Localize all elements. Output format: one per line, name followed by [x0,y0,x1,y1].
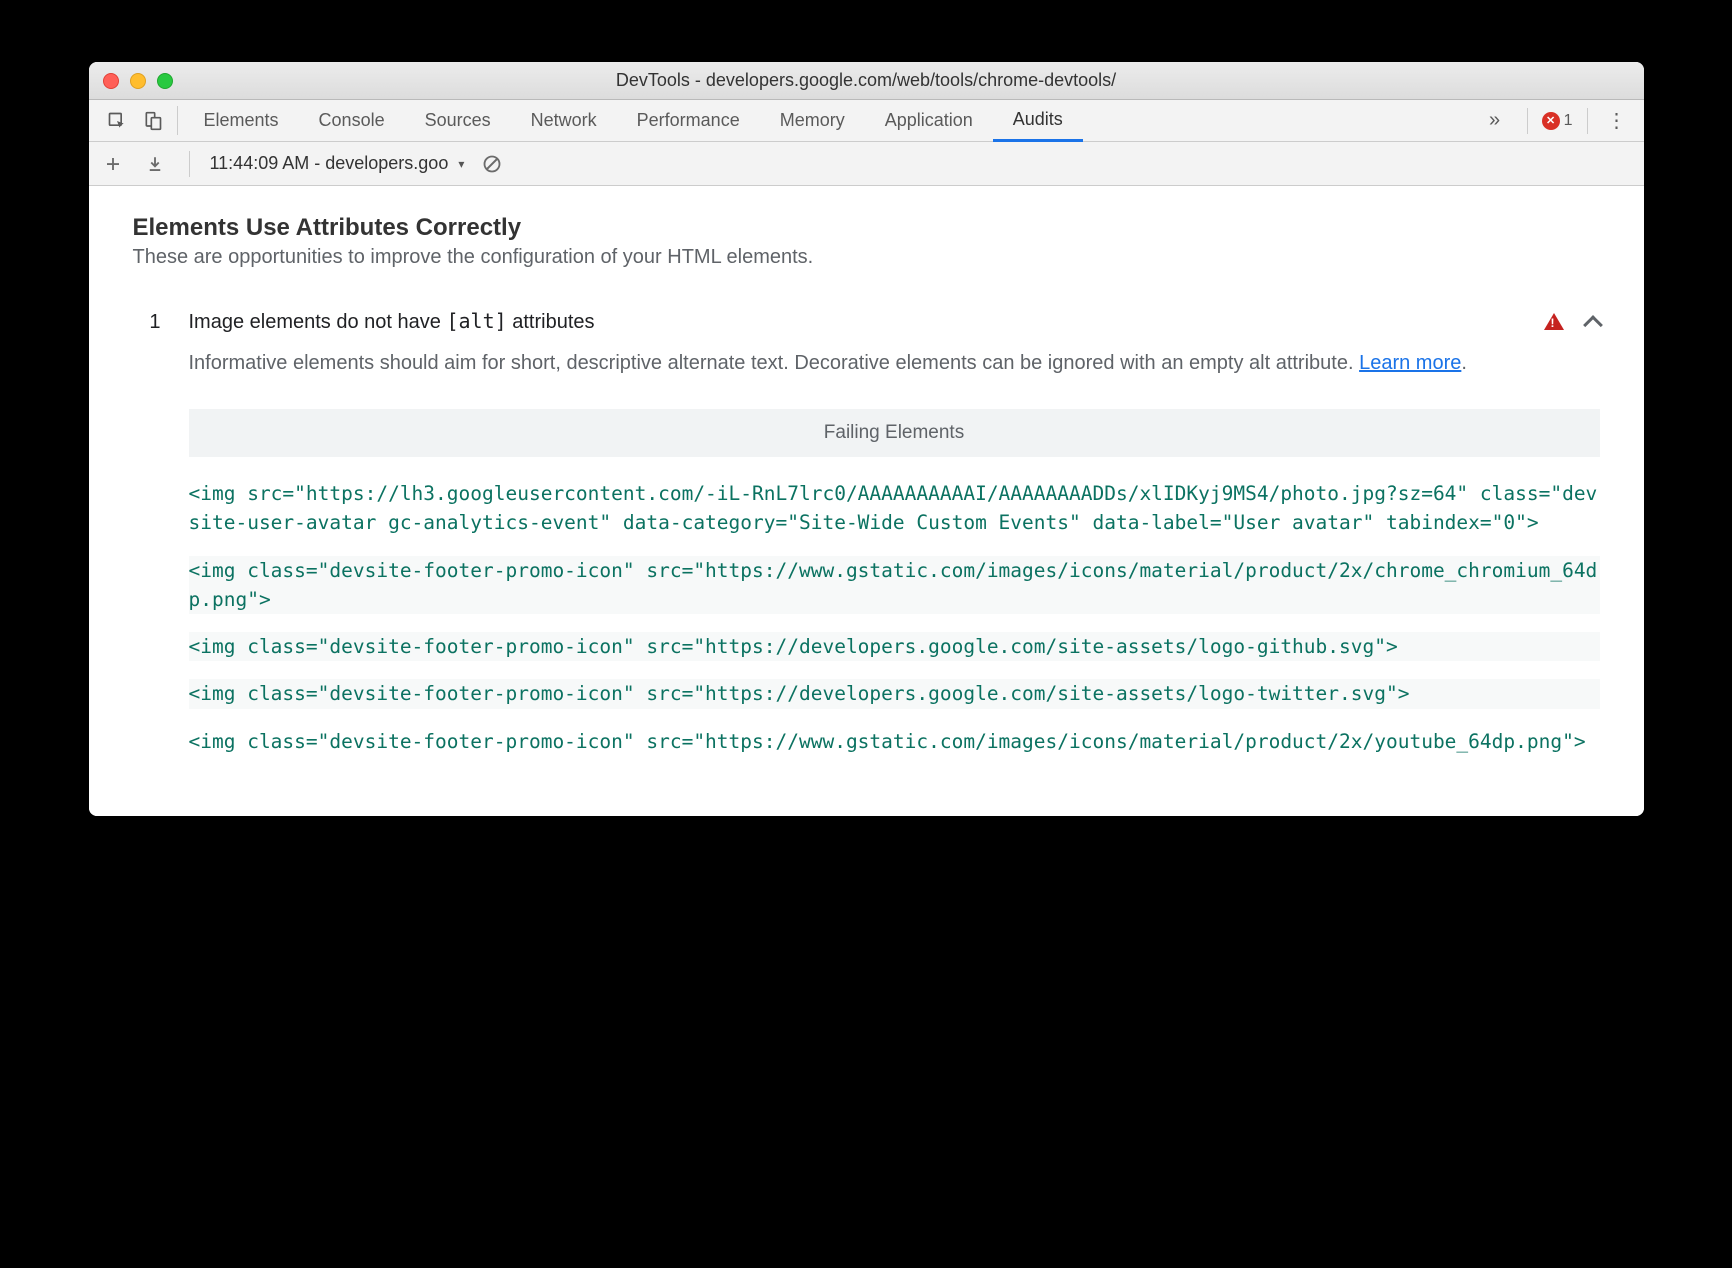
audits-toolbar: 11:44:09 AM - developers.goo [89,142,1644,186]
traffic-lights [103,73,173,89]
audit-item: 1 Image elements do not have [alt] attri… [133,309,1600,756]
section-title: Elements Use Attributes Correctly [133,214,1600,242]
tab-network[interactable]: Network [511,100,617,141]
devtools-window: DevTools - developers.google.com/web/too… [89,62,1644,816]
chevron-up-icon[interactable] [1583,315,1603,335]
overflow-tabs-icon[interactable]: » [1477,109,1513,132]
kebab-menu-icon[interactable]: ⋮ [1602,108,1632,133]
audit-header[interactable]: Image elements do not have [alt] attribu… [189,309,1600,334]
warning-icon [1544,313,1564,330]
audit-report-selector[interactable]: 11:44:09 AM - developers.goo [210,153,465,174]
separator [1587,108,1588,134]
audit-description: Informative elements should aim for shor… [189,348,1600,379]
error-icon [1542,112,1560,130]
error-count: 1 [1564,112,1573,130]
tab-memory[interactable]: Memory [760,100,865,141]
tab-audits[interactable]: Audits [993,100,1083,142]
audit-title-code: [alt] [446,309,506,333]
device-toolbar-icon[interactable] [135,100,171,141]
failing-element-code: <img class="devsite-footer-promo-icon" s… [189,727,1600,756]
zoom-window-button[interactable] [157,73,173,89]
audit-desc-text: Informative elements should aim for shor… [189,352,1360,374]
error-count-badge[interactable]: 1 [1542,112,1573,130]
learn-more-link[interactable]: Learn more [1359,352,1461,374]
audit-title-pre: Image elements do not have [189,311,447,333]
minimize-window-button[interactable] [130,73,146,89]
failing-element-code: <img class="devsite-footer-promo-icon" s… [189,679,1600,708]
inspect-element-icon[interactable] [99,100,135,141]
separator [177,106,178,135]
audit-content: Elements Use Attributes Correctly These … [89,186,1644,816]
audit-report-label: 11:44:09 AM - developers.goo [210,153,449,174]
tab-elements[interactable]: Elements [184,100,299,141]
failing-element-code: <img src="https://lh3.googleusercontent.… [189,479,1600,538]
failing-element-code: <img class="devsite-footer-promo-icon" s… [189,632,1600,661]
tab-console[interactable]: Console [299,100,405,141]
new-audit-button[interactable] [99,150,127,178]
window-title: DevTools - developers.google.com/web/too… [101,70,1632,91]
audit-desc-post: . [1461,352,1467,374]
failing-elements-header: Failing Elements [189,409,1600,457]
separator [1527,108,1528,134]
separator [189,151,190,177]
download-report-button[interactable] [141,150,169,178]
titlebar: DevTools - developers.google.com/web/too… [89,62,1644,100]
tab-application[interactable]: Application [865,100,993,141]
panel-tabs: Elements Console Sources Network Perform… [184,100,1477,141]
tab-performance[interactable]: Performance [617,100,760,141]
section-subtitle: These are opportunities to improve the c… [133,246,1600,269]
audit-title: Image elements do not have [alt] attribu… [189,309,1544,334]
audit-title-post: attributes [507,311,595,333]
audit-index: 1 [133,309,161,756]
devtools-tabbar: Elements Console Sources Network Perform… [89,100,1644,142]
close-window-button[interactable] [103,73,119,89]
failing-element-code: <img class="devsite-footer-promo-icon" s… [189,556,1600,615]
tab-sources[interactable]: Sources [405,100,511,141]
clear-all-button[interactable] [478,150,506,178]
